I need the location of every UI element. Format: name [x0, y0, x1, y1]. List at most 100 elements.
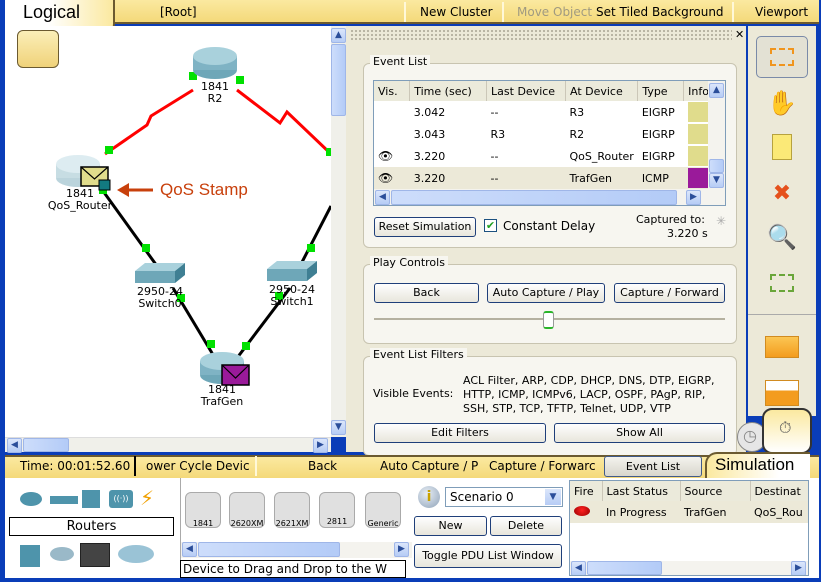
- vis-cell[interactable]: [374, 101, 410, 123]
- column-header[interactable]: Fire: [570, 481, 603, 501]
- hubs-category-icon[interactable]: [82, 490, 100, 508]
- event-list-title: Event List: [370, 55, 431, 68]
- panel-drag-handle[interactable]: [350, 29, 732, 41]
- device-model-2620xm[interactable]: 2620XM: [229, 492, 265, 528]
- select-tool[interactable]: [756, 36, 808, 78]
- vis-cell[interactable]: [374, 123, 410, 145]
- bottom-back-button[interactable]: Back: [308, 459, 337, 473]
- toggle-pdu-list-button[interactable]: Toggle PDU List Window: [414, 544, 562, 568]
- scroll-right-button[interactable]: ▶: [313, 438, 328, 453]
- scroll-thumb[interactable]: [23, 438, 69, 452]
- end-devices-category-icon[interactable]: [20, 545, 40, 567]
- scroll-down-button[interactable]: ▼: [709, 173, 724, 188]
- set-tiled-background-button[interactable]: Set Tiled Background: [596, 4, 724, 22]
- captured-to-label: Captured to:: [636, 213, 705, 226]
- scroll-thumb[interactable]: [587, 561, 662, 575]
- column-header[interactable]: At Device: [565, 81, 639, 101]
- table-row[interactable]: 3.043 R3 R2 EIGRP: [374, 123, 714, 145]
- pdu-list-table[interactable]: Fire Last Status Source Destinat In Prog…: [569, 480, 809, 576]
- device-model-scrollbar[interactable]: ◀ ▶: [181, 542, 412, 558]
- workspace-vertical-scrollbar[interactable]: ▲ ▼: [331, 26, 346, 437]
- device-hint-text: Device to Drag and Drop to the W: [180, 560, 406, 578]
- auto-capture-play-button[interactable]: Auto Capture / Play: [487, 283, 605, 303]
- logical-view-icon[interactable]: [17, 30, 59, 68]
- table-row[interactable]: In Progress TrafGen QoS_Rou: [570, 501, 808, 523]
- bottom-auto-capture-button[interactable]: Auto Capture / P: [380, 459, 478, 473]
- root-path[interactable]: [Root]: [160, 4, 197, 22]
- custom-devices-category-icon[interactable]: [80, 543, 110, 567]
- event-list-vertical-scrollbar[interactable]: ▲ ▼: [708, 81, 725, 189]
- constant-delay-checkbox[interactable]: ✔: [484, 219, 497, 232]
- scroll-up-button[interactable]: ▲: [331, 28, 346, 43]
- device-model-2811[interactable]: 2811: [319, 492, 355, 528]
- device-model-2621xm[interactable]: 2621XM: [274, 492, 310, 528]
- pdu-list-scrollbar[interactable]: ◀ ▶: [570, 561, 808, 575]
- scroll-left-button[interactable]: ◀: [182, 542, 197, 557]
- power-cycle-devices-button[interactable]: ower Cycle Devic: [146, 459, 250, 473]
- show-all-button[interactable]: Show All: [554, 423, 725, 443]
- vis-cell[interactable]: 👁: [374, 167, 410, 189]
- vis-cell[interactable]: 👁: [374, 145, 410, 167]
- multiuser-connection-category-icon[interactable]: [118, 545, 154, 563]
- back-button[interactable]: Back: [374, 283, 479, 303]
- column-header[interactable]: Last Status: [602, 481, 681, 501]
- add-simple-pdu-tool[interactable]: [756, 326, 808, 368]
- edit-filters-button[interactable]: Edit Filters: [374, 423, 546, 443]
- new-cluster-button[interactable]: New Cluster: [420, 4, 493, 22]
- device-model-generic[interactable]: Generic: [365, 492, 401, 528]
- column-header[interactable]: Type: [637, 81, 685, 101]
- resize-shape-tool[interactable]: [756, 262, 808, 304]
- move-layout-tool[interactable]: ✋: [756, 82, 808, 124]
- column-header[interactable]: Last Device: [486, 81, 566, 101]
- simulation-tab[interactable]: Simulation: [705, 452, 810, 479]
- scroll-up-button[interactable]: ▲: [709, 83, 724, 98]
- new-scenario-button[interactable]: New: [414, 516, 487, 536]
- table-row[interactable]: 👁 3.220 -- TrafGen ICMP: [374, 167, 714, 189]
- simulation-mode-tab[interactable]: ⏱: [762, 408, 812, 454]
- routers-category-icon[interactable]: [20, 492, 42, 506]
- event-list-horizontal-scrollbar[interactable]: ◀ ▶: [374, 189, 725, 205]
- add-complex-pdu-icon: [765, 380, 799, 406]
- column-header[interactable]: Time (sec): [409, 81, 488, 101]
- speed-slider-thumb[interactable]: [543, 311, 554, 329]
- scroll-thumb[interactable]: [709, 159, 724, 173]
- switches-category-icon[interactable]: [50, 496, 78, 504]
- close-icon[interactable]: ✕: [735, 28, 744, 41]
- bottom-capture-forward-button[interactable]: Capture / Forwarc: [489, 459, 596, 473]
- logical-workspace[interactable]: 1841 R2 1841 QoS_Router 2950-24 Switch0 295…: [5, 26, 331, 437]
- scroll-left-button[interactable]: ◀: [571, 561, 586, 575]
- delete-scenario-button[interactable]: Delete: [490, 516, 562, 536]
- device-model-1841[interactable]: 1841: [185, 492, 221, 528]
- reset-simulation-button[interactable]: Reset Simulation: [374, 217, 476, 237]
- place-note-tool[interactable]: [756, 126, 808, 168]
- table-row[interactable]: 3.042 -- R3 EIGRP: [374, 101, 714, 123]
- inspect-tool[interactable]: 🔍: [756, 216, 808, 258]
- column-header[interactable]: Source: [680, 481, 751, 501]
- table-row[interactable]: 👁 3.220 -- QoS_Router EIGRP: [374, 145, 714, 167]
- scroll-right-button[interactable]: ▶: [394, 542, 409, 557]
- scroll-thumb[interactable]: [198, 542, 340, 557]
- scroll-down-button[interactable]: ▼: [331, 420, 346, 435]
- scenario-select[interactable]: Scenario 0 ▼: [445, 487, 563, 507]
- workspace-horizontal-scrollbar[interactable]: ◀ ▶: [5, 437, 331, 453]
- scroll-left-button[interactable]: ◀: [375, 190, 390, 205]
- viewport-button[interactable]: Viewport: [755, 4, 808, 22]
- delete-tool[interactable]: ✖: [756, 172, 808, 214]
- scroll-right-button[interactable]: ▶: [791, 561, 806, 575]
- event-list-toggle-button[interactable]: Event List: [604, 456, 702, 477]
- info-icon[interactable]: i: [418, 486, 440, 508]
- column-header[interactable]: Vis.: [374, 81, 411, 101]
- move-object-button[interactable]: Move Object: [517, 4, 592, 22]
- scroll-left-button[interactable]: ◀: [7, 438, 22, 453]
- ethernet-link-r3-switch1: [298, 205, 331, 267]
- capture-forward-button[interactable]: Capture / Forward: [614, 283, 725, 303]
- scroll-thumb[interactable]: [331, 44, 346, 116]
- connections-category-icon[interactable]: ⚡: [140, 486, 154, 510]
- wireless-category-icon[interactable]: ((·)): [109, 490, 133, 508]
- column-header[interactable]: Destinat: [750, 481, 808, 501]
- fire-cell[interactable]: [570, 501, 602, 523]
- wan-emulation-category-icon[interactable]: [50, 547, 74, 561]
- event-list-table[interactable]: Vis. Time (sec) Last Device At Device Ty…: [373, 80, 726, 206]
- scroll-right-button[interactable]: ▶: [686, 190, 701, 205]
- scroll-thumb[interactable]: [391, 190, 677, 205]
